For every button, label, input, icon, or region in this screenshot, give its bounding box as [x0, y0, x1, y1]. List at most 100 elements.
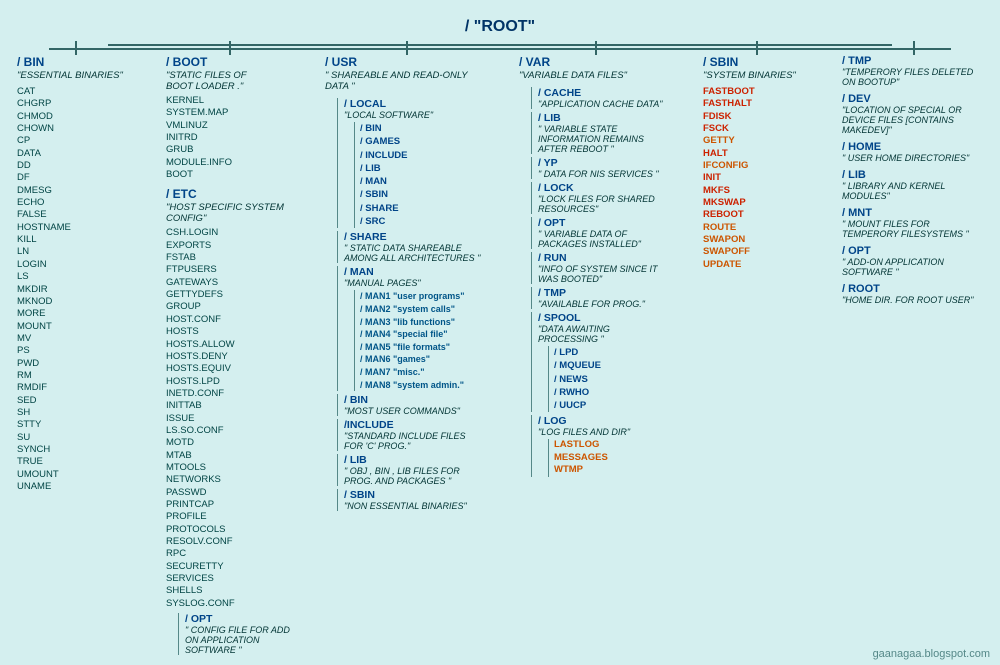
col-sbin: / SBIN "SYSTEM BINARIES" FASTBOOT FASTHA… [701, 55, 811, 271]
col-etc: / BOOT "STATIC FILES OFBOOT LOADER ." KE… [164, 55, 294, 655]
usr-local-desc: "LOCAL SOFTWARE" [344, 110, 433, 120]
etc-title: / ETC [166, 187, 292, 201]
var-log-files: LASTLOG MESSAGES WTMP [548, 439, 630, 476]
etc-files: CSH.LOGINEXPORTS FSTABFTPUSERS GATEWAYSG… [166, 227, 292, 610]
usr-share-desc: " STATIC DATA SHAREABLE AMONG ALL ARCHIT… [344, 243, 484, 263]
etc-opt-section: / OPT " CONFIG FILE FOR ADD ON APPLICATI… [178, 613, 292, 655]
var-cache-title: / CACHE [538, 87, 662, 99]
var-yp-desc: " DATA FOR NIS SERVICES " [538, 169, 659, 179]
usr-sbin-desc: "NON ESSENTIAL BINARIES" [344, 501, 467, 511]
sbin-desc: "SYSTEM BINARIES" [703, 70, 796, 81]
var-run-title: / RUN [538, 252, 670, 264]
right-dev-desc: "LOCATION OF SPECIAL OR DEVICE FILES [CO… [842, 105, 982, 135]
etc-section: / ETC "HOST SPECIFIC SYSTEM CONFIG" CSH.… [166, 187, 292, 610]
main-content: / BIN "ESSENTIAL BINARIES" CATCHGRPCHMOD… [10, 55, 990, 655]
right-root-title: / ROOT [842, 283, 973, 295]
var-opt-desc: " VARIABLE DATA OF PACKAGES INSTALLED" [538, 229, 670, 249]
right-home: / HOME " USER HOME DIRECTORIES" [842, 141, 969, 163]
var-opt-title: / OPT [538, 217, 670, 229]
var-yp: / YP " DATA FOR NIS SERVICES " [531, 157, 659, 179]
right-home-title: / HOME [842, 141, 969, 153]
usr-man-desc: "MANUAL PAGES" [344, 278, 465, 288]
var-desc: "VARIABLE DATA FILES" [519, 70, 627, 81]
usr-share-title: / SHARE [344, 231, 484, 243]
usr-man: / MAN "MANUAL PAGES" / MAN1 "user progra… [337, 266, 465, 391]
usr-share: / SHARE " STATIC DATA SHAREABLE AMONG AL… [337, 231, 484, 263]
right-lib-title: / LIB [842, 169, 982, 181]
right-dev: / DEV "LOCATION OF SPECIAL OR DEVICE FIL… [842, 93, 982, 135]
var-log: / LOG "LOG FILES AND DIR" LASTLOG MESSAG… [531, 415, 630, 476]
right-root: / ROOT "HOME DIR. FOR ROOT USER" [842, 283, 973, 305]
right-tmp: / TMP "TEMPERORY FILES DELETED ON BOOTUP… [842, 55, 982, 87]
var-lib-desc: " VARIABLE STATE INFORMATION REMAINS AFT… [538, 124, 670, 154]
right-dev-title: / DEV [842, 93, 982, 105]
var-lock-desc: "LOCK FILES FOR SHARED RESOURCES" [538, 194, 670, 214]
usr-bin-title: / BIN [344, 394, 460, 406]
etc-desc: "HOST SPECIFIC SYSTEM CONFIG" [166, 202, 292, 224]
usr-include-desc: "STANDARD INCLUDE FILES FOR 'C' PROG." [344, 431, 484, 451]
sbin-files: FASTBOOT FASTHALT FDISK FSCK GETTY HALT … [703, 86, 755, 271]
usr-local-title: / LOCAL [344, 98, 433, 110]
watermark: gaanagaa.blogspot.com [873, 648, 990, 660]
usr-desc: " SHAREABLE AND READ-ONLY DATA " [325, 70, 486, 92]
usr-bin-desc: "MOST USER COMMANDS" [344, 406, 460, 416]
col-bin: / BIN "ESSENTIAL BINARIES" CATCHGRPCHMOD… [15, 55, 135, 493]
right-opt-desc: " ADD-ON APPLICATION SOFTWARE " [842, 257, 982, 277]
var-lib-title: / LIB [538, 112, 670, 124]
right-opt-title: / OPT [842, 245, 982, 257]
right-mnt-title: / MNT [842, 207, 982, 219]
right-root-desc: "HOME DIR. FOR ROOT USER" [842, 295, 973, 305]
boot-desc: "STATIC FILES OFBOOT LOADER ." [166, 70, 247, 92]
var-run-desc: "INFO OF SYSTEM SINCE IT WAS BOOTED" [538, 264, 670, 284]
etc-opt-desc: " CONFIG FILE FOR ADD ON APPLICATION SOF… [185, 625, 292, 655]
var-opt: / OPT " VARIABLE DATA OF PACKAGES INSTAL… [531, 217, 670, 249]
boot-section: / BOOT "STATIC FILES OFBOOT LOADER ." KE… [166, 55, 247, 181]
var-lib: / LIB " VARIABLE STATE INFORMATION REMAI… [531, 112, 670, 154]
usr-bin: / BIN "MOST USER COMMANDS" [337, 394, 460, 416]
var-cache-desc: "APPLICATION CACHE DATA" [538, 99, 662, 109]
right-home-desc: " USER HOME DIRECTORIES" [842, 153, 969, 163]
var-lock-title: / LOCK [538, 182, 670, 194]
col-usr: / USR " SHAREABLE AND READ-ONLY DATA " /… [323, 55, 488, 511]
var-log-title: / LOG [538, 415, 630, 427]
right-opt: / OPT " ADD-ON APPLICATION SOFTWARE " [842, 245, 982, 277]
col-var: / VAR "VARIABLE DATA FILES" / CACHE "APP… [517, 55, 672, 477]
var-title: / VAR [519, 55, 550, 69]
var-tmp-desc: "AVAILABLE FOR PROG." [538, 299, 645, 309]
root-header: / "ROOT" [10, 10, 990, 40]
right-tmp-title: / TMP [842, 55, 982, 67]
var-run: / RUN "INFO OF SYSTEM SINCE IT WAS BOOTE… [531, 252, 670, 284]
var-lock: / LOCK "LOCK FILES FOR SHARED RESOURCES" [531, 182, 670, 214]
bin-title: / BIN [17, 55, 44, 69]
col-right: / TMP "TEMPERORY FILES DELETED ON BOOTUP… [840, 55, 985, 311]
var-spool-desc: "DATA AWAITING PROCESSING " [538, 324, 670, 344]
usr-include-title: /INCLUDE [344, 419, 484, 431]
usr-local-subdirs: / BIN / GAMES / INCLUDE / LIB / MAN / SB… [354, 122, 433, 228]
usr-lib-desc: " OBJ , BIN , LIB FILES FOR PROG. AND PA… [344, 466, 484, 486]
usr-sbin: / SBIN "NON ESSENTIAL BINARIES" [337, 489, 467, 511]
right-mnt: / MNT " MOUNT FILES FOR TEMPERORY FILESY… [842, 207, 982, 239]
usr-sbin-title: / SBIN [344, 489, 467, 501]
right-lib: / LIB " LIBRARY AND KERNEL MODULES" [842, 169, 982, 201]
var-log-desc: "LOG FILES AND DIR" [538, 427, 630, 437]
usr-lib-title: / LIB [344, 454, 484, 466]
var-spool-subdirs: / LPD / MQUEUE / NEWS / RWHO / UUCP [548, 346, 670, 412]
right-tmp-desc: "TEMPERORY FILES DELETED ON BOOTUP" [842, 67, 982, 87]
var-spool-title: / SPOOL [538, 312, 670, 324]
etc-opt-title: / OPT [185, 613, 292, 625]
page: / "ROOT" / BIN "ESSENTIAL BINARIES" CATC… [0, 0, 1000, 665]
right-lib-desc: " LIBRARY AND KERNEL MODULES" [842, 181, 982, 201]
var-tmp-title: / TMP [538, 287, 645, 299]
boot-files: KERNELSYSTEM.MAP VMLINUZINITRD GRUBMODUL… [166, 95, 247, 181]
usr-local: / LOCAL "LOCAL SOFTWARE" / BIN / GAMES /… [337, 98, 433, 228]
var-yp-title: / YP [538, 157, 659, 169]
usr-lib: / LIB " OBJ , BIN , LIB FILES FOR PROG. … [337, 454, 484, 486]
usr-title: / USR [325, 55, 357, 69]
root-title: / "ROOT" [465, 10, 535, 40]
sbin-title: / SBIN [703, 55, 738, 69]
bin-files: CATCHGRPCHMOD CHOWNCPDATA DDDFDMESG ECHO… [17, 86, 71, 493]
usr-man-subdirs: / MAN1 "user programs" / MAN2 "system ca… [354, 290, 465, 391]
var-tmp: / TMP "AVAILABLE FOR PROG." [531, 287, 645, 309]
var-spool: / SPOOL "DATA AWAITING PROCESSING " / LP… [531, 312, 670, 412]
bin-desc: "ESSENTIAL BINARIES" [17, 70, 123, 81]
